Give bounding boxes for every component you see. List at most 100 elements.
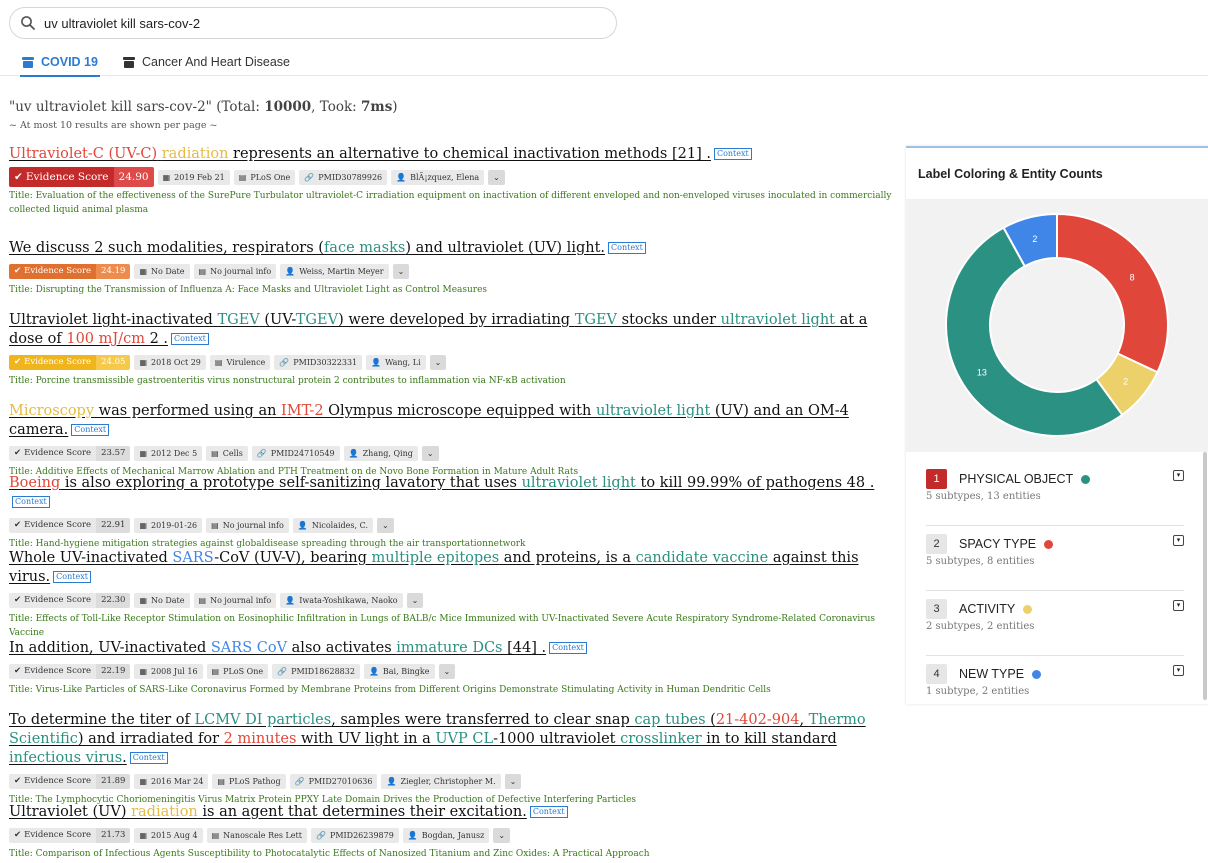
- evidence-score-label: ✔ Evidence Score: [9, 663, 97, 679]
- entity-mention[interactable]: ultraviolet light: [721, 312, 835, 328]
- result-meta: ✔ Evidence Score 22.30 ▦ No Date ▤ No journal …: [9, 591, 894, 609]
- donut-chart-area: 2 8 2 13: [906, 199, 1208, 452]
- journal-chip-text: PLoS One: [250, 172, 291, 182]
- context-link[interactable]: Context: [12, 496, 50, 508]
- entity-mention[interactable]: Boeing: [9, 475, 60, 491]
- paper-title: Title: Evaluation of the effectiveness o…: [9, 191, 892, 215]
- evidence-score-badge: ✔ Evidence Score 22.91: [9, 517, 131, 533]
- author-chip: 👤 Bogdan, Janusz: [402, 827, 490, 843]
- expand-chevron-icon[interactable]: ⌄: [376, 517, 394, 533]
- legend-item-physical-object[interactable]: 1 PHYSICAL OBJECT 5 subtypes, 13 entities ▾: [926, 461, 1184, 526]
- entity-mention[interactable]: TGEV: [575, 312, 617, 328]
- sentence-fragment: is also exploring a prototype self-sanit…: [60, 475, 522, 491]
- link-icon: 🔗: [315, 830, 326, 840]
- evidence-score-value: 21.89: [96, 773, 131, 789]
- user-icon: 👤: [297, 520, 308, 530]
- pmid-chip: 🔗 PMID27010636: [289, 773, 378, 789]
- tab-covid-19[interactable]: COVID 19: [20, 48, 100, 77]
- legend-item-new-type[interactable]: 4 NEW TYPE 1 subtype, 2 entities ▾: [926, 656, 1184, 706]
- context-link[interactable]: Context: [171, 333, 209, 345]
- user-icon: 👤: [396, 172, 407, 182]
- donut-slice-spacy-type[interactable]: [1056, 212, 1169, 374]
- expand-toggle-icon[interactable]: ▾: [1173, 470, 1184, 481]
- entity-mention[interactable]: LCMV DI particles: [194, 712, 331, 728]
- sentence-fragment: .: [122, 750, 127, 766]
- legend-name: SPACY TYPE: [959, 537, 1037, 551]
- expand-chevron-icon[interactable]: ⌄: [406, 592, 424, 608]
- context-link[interactable]: Context: [129, 752, 168, 764]
- expand-chevron-icon[interactable]: ⌄: [488, 169, 505, 185]
- sentence-text: Ultraviolet light-inactivated TGEV (UV-T…: [9, 312, 867, 347]
- sentence-fragment: ) were developed by irradiating: [338, 312, 575, 328]
- check-icon: ✔: [14, 357, 22, 367]
- evidence-score-value: 24.90: [113, 167, 154, 187]
- user-icon: 👤: [285, 266, 296, 276]
- context-link[interactable]: Context: [71, 424, 110, 436]
- entity-mention[interactable]: UVP CL: [435, 731, 493, 747]
- entity-mention[interactable]: Microscopy: [9, 403, 94, 419]
- evidence-score-badge: ✔ Evidence Score 23.57: [9, 445, 131, 461]
- entity-mention[interactable]: ultraviolet light: [596, 403, 710, 419]
- entity-mention[interactable]: cap tubes: [634, 712, 705, 728]
- expand-toggle-icon[interactable]: ▾: [1173, 600, 1184, 611]
- expand-chevron-icon[interactable]: ⌄: [493, 827, 511, 843]
- pmid-chip-text: PMID27010636: [308, 776, 373, 786]
- result-sentence: Ultraviolet-C (UV-C) radiation represent…: [9, 145, 894, 164]
- journal-icon: ▤: [238, 172, 247, 182]
- entity-mention[interactable]: radiation: [131, 804, 198, 820]
- entity-mention[interactable]: SARS CoV: [211, 640, 287, 656]
- evidence-score-text: Evidence Score: [24, 595, 92, 605]
- paper-title: Title: Comparison of Infectious Agents S…: [9, 849, 650, 859]
- entity-mention[interactable]: crosslinker: [620, 731, 702, 747]
- entity-mention[interactable]: SARS: [172, 550, 214, 566]
- expand-chevron-icon[interactable]: ⌄: [504, 773, 522, 789]
- entity-mention[interactable]: 2 minutes: [224, 731, 297, 747]
- expand-chevron-icon[interactable]: ⌄: [421, 445, 439, 461]
- legend-name: ACTIVITY: [959, 602, 1016, 616]
- sentence-text: In addition, UV-inactivated SARS CoV als…: [9, 640, 546, 656]
- entity-mention[interactable]: multiple epitopes: [372, 550, 500, 566]
- evidence-score-value: 22.19: [96, 663, 131, 679]
- entity-mention[interactable]: TGEV: [217, 312, 259, 328]
- expand-chevron-icon[interactable]: ⌄: [429, 354, 447, 370]
- entity-mention[interactable]: 100 mJ/cm: [66, 331, 145, 347]
- journal-icon: ▤: [198, 595, 207, 605]
- panel-title: Label Coloring & Entity Counts: [918, 167, 1103, 181]
- entity-mention[interactable]: immature DCs: [396, 640, 502, 656]
- journal-icon: ▤: [211, 830, 220, 840]
- entity-mention[interactable]: IMT-2: [281, 403, 324, 419]
- paper-title: Title: Porcine transmissible gastroenter…: [9, 376, 566, 386]
- expand-chevron-icon[interactable]: ⌄: [392, 263, 410, 279]
- date-chip: ▦ No Date: [134, 263, 190, 279]
- tab-cancer-and-heart-disease[interactable]: Cancer And Heart Disease: [123, 48, 290, 76]
- legend-item-activity[interactable]: 3 ACTIVITY 2 subtypes, 2 entities ▾: [926, 591, 1184, 656]
- journal-chip-text: PLoS Pathog: [228, 776, 281, 786]
- context-link[interactable]: Context: [608, 242, 646, 254]
- context-link[interactable]: Context: [713, 148, 752, 160]
- entity-mention[interactable]: candidate vaccine: [636, 550, 769, 566]
- entity-mention[interactable]: radiation: [162, 146, 229, 162]
- context-link[interactable]: Context: [529, 806, 568, 818]
- context-link[interactable]: Context: [549, 642, 587, 654]
- entity-mention[interactable]: ultraviolet light: [522, 475, 636, 491]
- journal-chip: ▤ PLoS One: [233, 169, 296, 185]
- search-input[interactable]: [44, 12, 604, 34]
- entity-mention[interactable]: face masks: [324, 240, 405, 256]
- expand-chevron-icon[interactable]: ⌄: [438, 663, 456, 679]
- legend-item-spacy-type[interactable]: 2 SPACY TYPE 5 subtypes, 8 entities ▾: [926, 526, 1184, 591]
- entity-mention[interactable]: Ultraviolet-C (UV-C): [9, 146, 157, 162]
- entity-mention[interactable]: 21-402-904: [716, 712, 800, 728]
- evidence-score-badge: ✔ Evidence Score 21.89: [9, 773, 131, 789]
- expand-toggle-icon[interactable]: ▾: [1173, 535, 1184, 546]
- search-bar[interactable]: [9, 7, 617, 39]
- legend-scrollbar[interactable]: [1203, 452, 1207, 700]
- date-chip: ▦ No Date: [134, 592, 190, 608]
- sentence-fragment: Whole UV-inactivated: [9, 550, 173, 566]
- journal-icon: ▤: [211, 448, 219, 458]
- entity-mention[interactable]: infectious virus: [9, 750, 122, 766]
- entity-mention[interactable]: TGEV: [296, 312, 338, 328]
- context-link[interactable]: Context: [53, 571, 91, 583]
- author-chip-text: Iwata-Yoshikawa, Naoko: [299, 595, 398, 605]
- author-chip-text: Nicolaides, C.: [311, 520, 368, 530]
- expand-toggle-icon[interactable]: ▾: [1173, 665, 1184, 676]
